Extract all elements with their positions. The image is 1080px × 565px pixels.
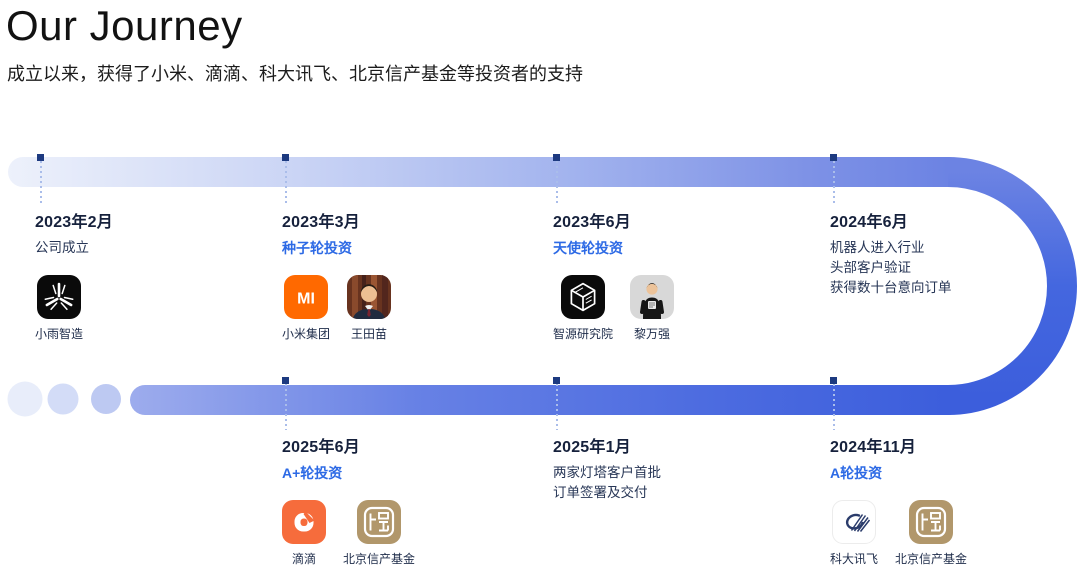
timeline-node — [282, 377, 289, 430]
description-line: 获得数十台意向订单 — [830, 280, 952, 295]
milestone-2024-06: 2024年6月 机器人进入行业 头部客户验证 获得数十台意向订单 — [830, 208, 952, 298]
xiaomi-logo: MI — [284, 275, 328, 319]
svg-text:MI: MI — [297, 291, 315, 308]
milestone-date: 2023年3月 — [282, 214, 360, 231]
node-dotted-line — [284, 384, 287, 430]
milestone-2023-03: 2023年3月 种子轮投资 MI 小米集团 王田苗 — [282, 208, 392, 342]
milestone-2025-01: 2025年1月 两家灯塔客户首批 订单签署及交付 — [553, 433, 661, 503]
milestone-logos: 滴滴 北京信产基金 — [282, 500, 415, 565]
investor-item: 滴滴 — [282, 500, 326, 565]
timeline-node — [37, 154, 44, 203]
xiaoyu-logo — [37, 275, 81, 319]
funding-round-label: A+轮投资 — [282, 465, 343, 481]
bjxc-fund-logo — [909, 500, 954, 544]
investor-label: 滴滴 — [291, 552, 316, 565]
node-marker — [553, 377, 560, 384]
node-dotted-line — [555, 161, 558, 203]
investor-item: 王田苗 — [347, 275, 392, 342]
milestone-logos: 智源研究院 黎万强 — [553, 275, 675, 342]
iflytek-logo — [832, 500, 876, 544]
li-wanqiang-avatar — [630, 275, 675, 319]
node-dotted-line — [832, 161, 835, 203]
milestone-2024-11: 2024年11月 A轮投资 科大讯飞 北京信产基金 — [830, 433, 967, 565]
milestone-2023-06: 2023年6月 天使轮投资 智源研究院 黎万强 — [553, 208, 675, 342]
investor-label: 科大讯飞 — [830, 552, 879, 565]
zhiyuan-logo — [561, 275, 605, 319]
investor-item: 小雨智造 — [35, 275, 83, 342]
investor-label: 智源研究院 — [553, 327, 614, 341]
bjxc-fund-logo — [357, 500, 401, 544]
milestone-description: 两家灯塔客户首批 订单签署及交付 — [553, 463, 661, 503]
investor-item: MI 小米集团 — [282, 275, 330, 342]
milestone-logos: MI 小米集团 王田苗 — [282, 275, 392, 342]
node-marker — [553, 154, 560, 161]
investor-label: 黎万强 — [634, 327, 671, 341]
node-marker — [282, 377, 289, 384]
milestone-date: 2024年6月 — [830, 214, 908, 231]
investor-item: 黎万强 — [630, 275, 675, 342]
investor-item: 科大讯飞 — [830, 500, 878, 565]
description-line: 两家灯塔客户首批 — [553, 465, 661, 480]
milestone-2023-02: 2023年2月 公司成立 小雨智造 — [35, 208, 113, 342]
node-dotted-line — [832, 384, 835, 430]
timeline-node — [830, 377, 837, 430]
description-line: 订单签署及交付 — [553, 485, 648, 500]
timeline-node — [553, 377, 560, 430]
description-line: 头部客户验证 — [830, 260, 911, 275]
investor-item: 北京信产基金 — [895, 500, 967, 565]
description-line: 机器人进入行业 — [830, 240, 925, 255]
node-marker — [282, 154, 289, 161]
milestone-logos: 科大讯飞 北京信产基金 — [830, 500, 967, 565]
node-marker — [37, 154, 44, 161]
investor-label: 小雨智造 — [35, 327, 84, 341]
wang-tianmiao-avatar — [347, 275, 392, 319]
timeline-node — [553, 154, 560, 203]
funding-round-label: 种子轮投资 — [282, 240, 352, 256]
milestone-2025-06: 2025年6月 A+轮投资 滴滴 北京信产基金 — [282, 433, 415, 565]
milestone-date: 2023年6月 — [553, 214, 631, 231]
milestone-date: 2023年2月 — [35, 214, 113, 231]
milestone-logos: 小雨智造 — [35, 275, 113, 342]
funding-round-label: A轮投资 — [830, 465, 883, 481]
milestone-description: 公司成立 — [35, 240, 89, 255]
investor-label: 王田苗 — [351, 327, 388, 341]
investor-label: 小米集团 — [282, 327, 331, 341]
milestone-date: 2025年1月 — [553, 439, 631, 456]
milestone-description: 机器人进入行业 头部客户验证 获得数十台意向订单 — [830, 238, 952, 298]
funding-round-label: 天使轮投资 — [553, 240, 623, 256]
didi-logo — [282, 500, 326, 544]
node-dotted-line — [555, 384, 558, 430]
investor-item: 北京信产基金 — [343, 500, 415, 565]
node-marker — [830, 377, 837, 384]
milestone-date: 2024年11月 — [830, 439, 917, 456]
fading-dots — [7, 381, 121, 417]
node-marker — [830, 154, 837, 161]
node-dotted-line — [284, 161, 287, 203]
node-dotted-line — [39, 161, 42, 203]
milestone-date: 2025年6月 — [282, 439, 360, 456]
timeline-node — [830, 154, 837, 203]
timeline-node — [282, 154, 289, 203]
investor-label: 北京信产基金 — [343, 552, 416, 565]
our-journey-slide: Our Journey 成立以来，获得了小米、滴滴、科大讯飞、北京信产基金等投资… — [0, 0, 1080, 565]
investor-item: 智源研究院 — [553, 275, 613, 342]
investor-label: 北京信产基金 — [895, 552, 968, 565]
